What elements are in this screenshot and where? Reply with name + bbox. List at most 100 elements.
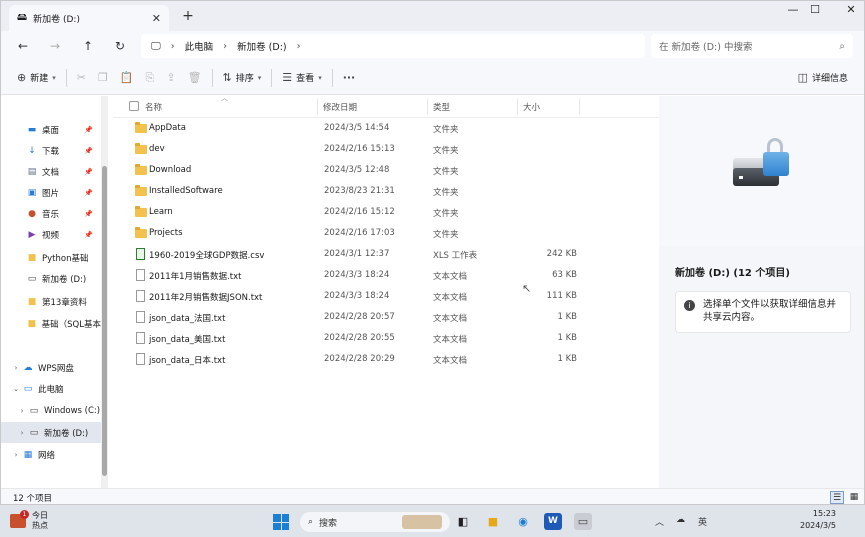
sidebar-item-documents[interactable]: ▤ 文档 📌: [1, 161, 101, 182]
drive-icon: ▭: [27, 273, 37, 284]
share-button[interactable]: ⇪: [160, 66, 181, 90]
file-row[interactable]: Projects 2024/2/16 17:03 文件夹: [113, 223, 659, 244]
news-widget[interactable]: 1 今日 热点: [10, 510, 48, 531]
sidebar-item-wps-cloud[interactable]: › ☁ WPS网盘: [1, 357, 101, 378]
file-name: json_data_日本.txt: [149, 356, 226, 366]
paste-button[interactable]: 📋: [114, 66, 140, 90]
file-row[interactable]: json_data_美国.txt 2024/2/28 20:55 文本文档 1 KB: [113, 328, 659, 349]
column-name[interactable]: 名称: [145, 101, 162, 113]
chevron-right-icon[interactable]: ›: [11, 364, 21, 372]
details-pane-button[interactable]: ◫ 详细信息: [792, 66, 854, 90]
search-input[interactable]: 在 新加卷 (D:) 中搜索 ⌕: [651, 34, 853, 58]
cut-button[interactable]: ✂: [71, 66, 92, 90]
scroll-thumb[interactable]: [102, 166, 107, 476]
address-bar: ← → ↑ ↻ 🖵 › 此电脑 › 新加卷 (D:) › 在 新加卷 (D:) …: [1, 31, 864, 61]
windows-start-icon[interactable]: [273, 514, 289, 530]
edge-browser-icon[interactable]: ◉: [514, 513, 532, 530]
taskbar-search[interactable]: ⌕ 搜索: [300, 512, 450, 532]
file-row[interactable]: json_data_日本.txt 2024/2/28 20:29 文本文档 1 KB: [113, 349, 659, 370]
file-row[interactable]: json_data_法国.txt 2024/2/28 20:57 文本文档 1 KB: [113, 307, 659, 328]
rename-button[interactable]: ⎘: [140, 66, 161, 90]
breadcrumb-this-pc[interactable]: 此电脑: [185, 39, 214, 53]
new-tab-button[interactable]: +: [179, 7, 197, 25]
more-options-button[interactable]: ···: [337, 66, 362, 90]
close-window-button[interactable]: ✕: [836, 1, 864, 21]
chevron-right-icon[interactable]: ›: [11, 451, 21, 459]
maximize-button[interactable]: ☐: [793, 1, 837, 21]
delete-button[interactable]: 🗑: [182, 66, 208, 90]
refresh-button[interactable]: ↻: [110, 37, 130, 55]
back-button[interactable]: ←: [13, 37, 33, 55]
file-explorer-icon[interactable]: ■: [484, 513, 502, 530]
sidebar-item-network[interactable]: › ▦ 网络: [1, 444, 101, 465]
sidebar-item-drive-c[interactable]: › ▭ Windows (C:): [1, 400, 101, 421]
share-icon: ⇪: [166, 71, 176, 84]
tab-close-icon[interactable]: ✕: [152, 12, 161, 25]
column-divider[interactable]: [579, 99, 580, 115]
chevron-right-icon: ›: [296, 40, 301, 52]
chevron-down-icon[interactable]: ⌄: [11, 385, 21, 393]
sort-button[interactable]: ⇅ 排序 ▾: [217, 66, 268, 90]
file-row[interactable]: 2011年1月销售数据.txt 2024/3/3 18:24 文本文档 63 KB: [113, 265, 659, 286]
file-row[interactable]: AppData 2024/3/5 14:54 文件夹: [113, 118, 659, 139]
tab-title: 新加卷 (D:): [33, 14, 80, 25]
rename-icon: ⎘: [145, 70, 155, 84]
sidebar-item-python[interactable]: ■ Python基础: [1, 247, 101, 268]
column-divider[interactable]: [427, 99, 428, 115]
sidebar-item-label: 下载: [42, 146, 60, 157]
chevron-right-icon: ›: [170, 40, 175, 52]
select-all-checkbox[interactable]: [129, 101, 139, 111]
sidebar-item-drive-d-quick[interactable]: ▭ 新加卷 (D:): [1, 268, 101, 289]
chevron-up-icon[interactable]: ︿: [655, 515, 664, 528]
column-divider[interactable]: [517, 99, 518, 115]
file-row[interactable]: 1960-2019全球GDP数据.csv 2024/3/1 12:37 XLS 工作…: [113, 244, 659, 265]
breadcrumb-drive-d[interactable]: 新加卷 (D:): [237, 39, 286, 53]
file-row[interactable]: Download 2024/3/5 12:48 文件夹: [113, 160, 659, 181]
column-type[interactable]: 类型: [433, 101, 450, 113]
sidebar-item-videos[interactable]: ▶ 视频 📌: [1, 224, 101, 245]
file-size: 1 KB: [557, 333, 577, 343]
file-row[interactable]: 2011年2月销售数据JSON.txt 2024/3/3 18:24 文本文档 111…: [113, 286, 659, 307]
file-row[interactable]: Learn 2024/2/16 15:12 文件夹: [113, 202, 659, 223]
taskbar: 1 今日 热点 ⌕ 搜索 ◧ ■ ◉ W ▭ ︿ ☁ 英 15:23 2024/…: [0, 505, 865, 537]
remote-desktop-icon[interactable]: ▭: [574, 513, 592, 530]
sidebar-item-sql-basics[interactable]: ■ 基础（SQL基本: [1, 313, 101, 334]
word-icon[interactable]: W: [544, 513, 562, 530]
download-icon: ↓: [28, 145, 36, 156]
clock[interactable]: 15:23 2024/3/5: [800, 508, 836, 532]
file-name: 2011年1月销售数据.txt: [149, 272, 242, 282]
up-button[interactable]: ↑: [78, 37, 98, 55]
column-modified[interactable]: 修改日期: [323, 101, 357, 113]
copy-button[interactable]: ❐: [92, 66, 114, 90]
new-button[interactable]: ⊕ 新建 ▾: [11, 66, 62, 90]
sidebar-item-drive-d[interactable]: › ▭ 新加卷 (D:): [1, 422, 101, 443]
task-view-icon[interactable]: ◧: [454, 513, 472, 530]
view-button[interactable]: ☰ 查看 ▾: [276, 66, 327, 90]
file-name: json_data_美国.txt: [149, 335, 226, 345]
sidebar-item-pictures[interactable]: ▣ 图片 📌: [1, 182, 101, 203]
sidebar-item-music[interactable]: ● 音乐 📌: [1, 203, 101, 224]
ime-indicator[interactable]: 英: [698, 515, 707, 528]
cloud-sync-icon[interactable]: ☁: [676, 515, 685, 525]
column-divider[interactable]: [317, 99, 318, 115]
tab-drive-d[interactable]: 🖴 新加卷 (D:) ✕: [9, 5, 169, 31]
forward-button[interactable]: →: [45, 37, 65, 55]
tiles-view-button[interactable]: ▦: [847, 491, 861, 504]
file-modified: 2024/2/16 15:12: [324, 207, 395, 217]
details-view-button[interactable]: ☰: [830, 491, 844, 504]
address-field[interactable]: 🖵 › 此电脑 › 新加卷 (D:) ›: [141, 34, 645, 58]
column-size[interactable]: 大小: [523, 101, 540, 113]
file-row[interactable]: InstalledSoftware 2023/8/23 21:31 文件夹: [113, 181, 659, 202]
sidebar-item-this-pc[interactable]: ⌄ ▭ 此电脑: [1, 378, 101, 399]
mouse-cursor-icon: ↖: [522, 282, 532, 295]
copy-icon: ❐: [97, 71, 108, 84]
sidebar-item-chapter13[interactable]: ■ 第13章资料: [1, 291, 101, 312]
search-icon: ⌕: [308, 517, 314, 527]
file-row[interactable]: dev 2024/2/16 15:13 文件夹: [113, 139, 659, 160]
nav-scrollbar[interactable]: [101, 96, 108, 488]
sidebar-item-desktop[interactable]: ▬ 桌面 📌: [1, 119, 101, 140]
details-info-text: 选择单个文件以获取详细信息并共享云内容。: [703, 299, 837, 323]
chevron-right-icon[interactable]: ›: [17, 429, 27, 437]
sidebar-item-downloads[interactable]: ↓ 下载 📌: [1, 140, 101, 161]
chevron-right-icon[interactable]: ›: [17, 407, 27, 415]
